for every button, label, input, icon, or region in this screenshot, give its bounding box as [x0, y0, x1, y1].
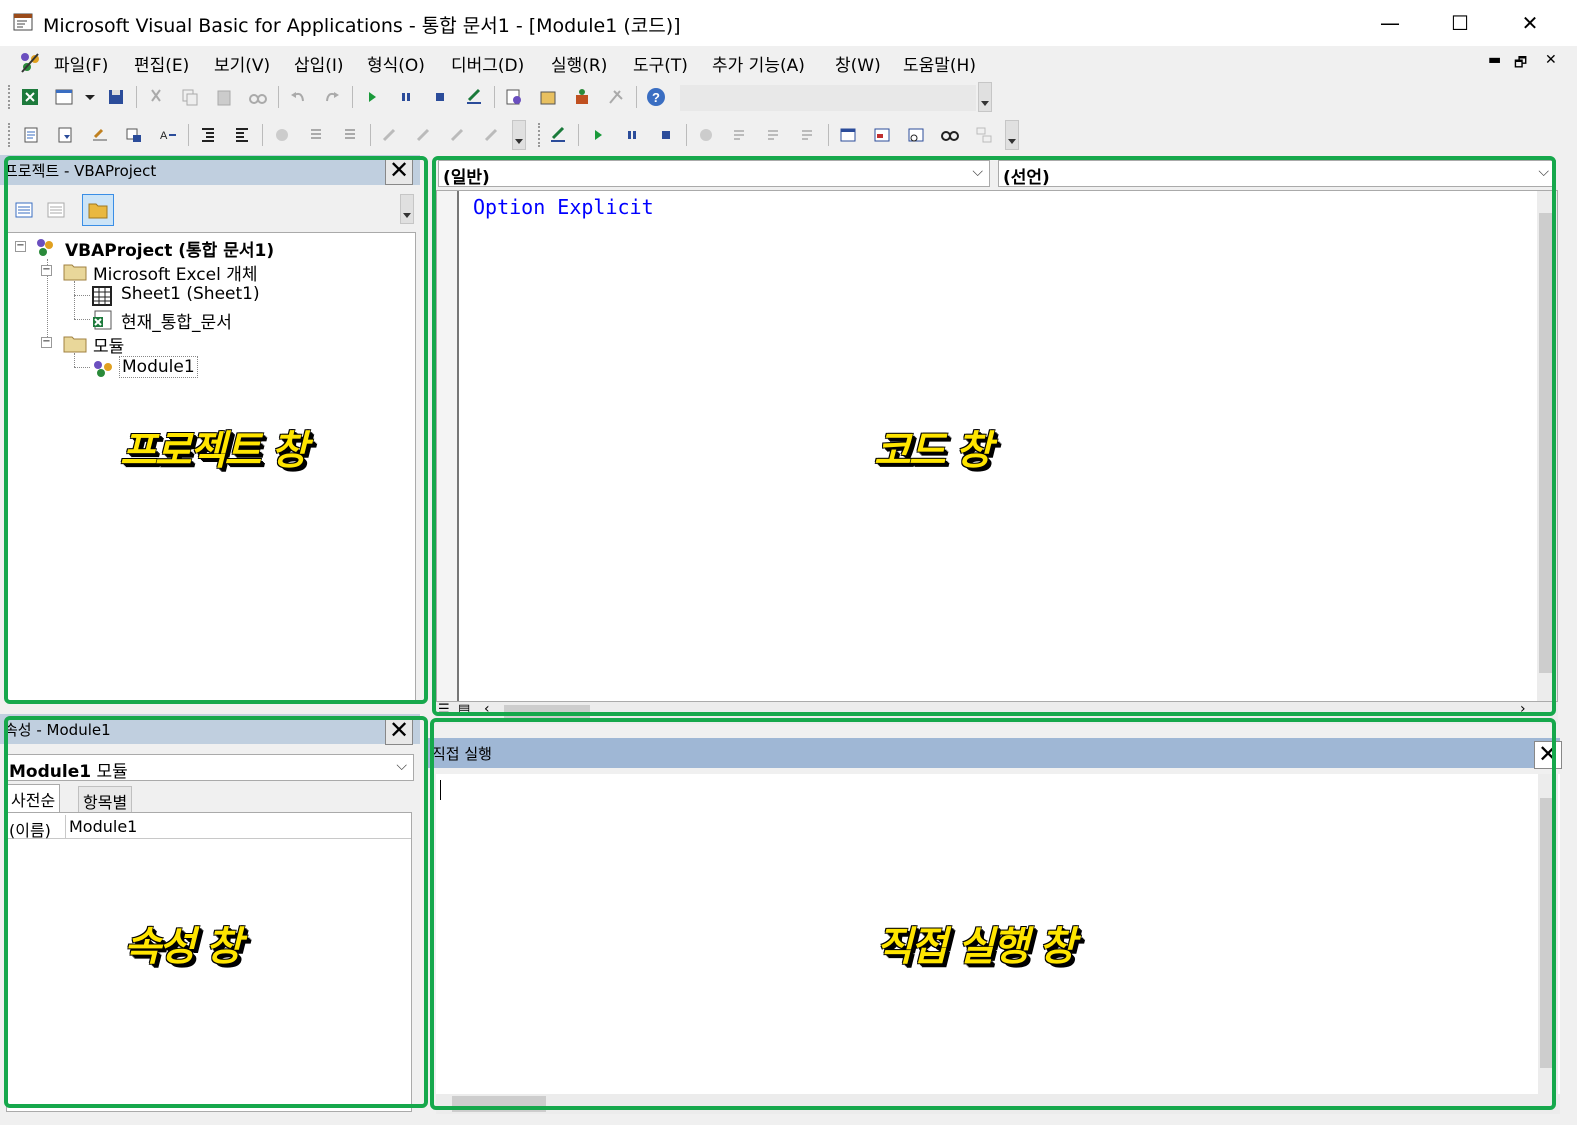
- toggle-breakpoint-icon[interactable]: [272, 125, 292, 145]
- svg-text:?: ?: [652, 90, 660, 105]
- comment-block-icon[interactable]: [306, 125, 326, 145]
- toolbar-grip[interactable]: [538, 123, 542, 147]
- list-properties-icon[interactable]: [22, 125, 42, 145]
- parameter-info-icon[interactable]: [124, 125, 144, 145]
- menu-tools[interactable]: 도구(T): [633, 51, 688, 76]
- save-icon[interactable]: [106, 87, 126, 107]
- quick-watch-icon[interactable]: [940, 125, 960, 145]
- edit-toolbar: A: [0, 116, 1030, 154]
- menu-window[interactable]: 창(W): [835, 51, 881, 76]
- step-over-icon[interactable]: [764, 125, 784, 145]
- insert-userform-icon[interactable]: [54, 87, 74, 107]
- toolbar-grip[interactable]: [8, 85, 12, 109]
- menu-format[interactable]: 형식(O): [367, 51, 425, 76]
- cut-icon[interactable]: [146, 87, 166, 107]
- step-into-icon[interactable]: [730, 125, 750, 145]
- step-out-icon[interactable]: [798, 125, 818, 145]
- toolbar-options-button[interactable]: [1005, 120, 1019, 150]
- quick-info-icon[interactable]: [90, 125, 110, 145]
- dropdown-arrow-icon[interactable]: [80, 87, 100, 107]
- call-stack-icon[interactable]: [974, 125, 994, 145]
- annotation-frame-code: [432, 156, 1556, 716]
- break-icon[interactable]: [396, 87, 416, 107]
- vba-app-icon: [13, 13, 33, 31]
- annotation-label-properties: 속성 창: [124, 924, 242, 970]
- undo-icon[interactable]: [288, 87, 308, 107]
- toggle-bookmark-icon[interactable]: [380, 125, 400, 145]
- window-title: Microsoft Visual Basic for Applications …: [43, 15, 681, 37]
- minimize-button[interactable]: —: [1355, 0, 1425, 46]
- toolbar-options-button[interactable]: [512, 120, 526, 150]
- toolbar-grip[interactable]: [8, 123, 12, 147]
- properties-window-icon[interactable]: [538, 87, 558, 107]
- line-column-indicator: [680, 85, 976, 111]
- reset-icon[interactable]: [430, 87, 450, 107]
- close-button[interactable]: ✕: [1495, 0, 1565, 46]
- annotation-label-immediate: 직접 실행 창: [876, 924, 1076, 970]
- maximize-button[interactable]: ☐: [1425, 0, 1495, 46]
- menu-run[interactable]: 실행(R): [551, 51, 607, 76]
- toolbox-icon[interactable]: [606, 87, 626, 107]
- run-icon[interactable]: [588, 125, 608, 145]
- standard-toolbar: ?: [0, 78, 1000, 116]
- next-bookmark-icon[interactable]: [414, 125, 434, 145]
- design-mode-icon[interactable]: [464, 87, 484, 107]
- design-mode-icon[interactable]: [548, 125, 568, 145]
- toolbar-options-button[interactable]: [978, 82, 992, 112]
- list-constants-icon[interactable]: [56, 125, 76, 145]
- annotation-frame-properties: [4, 716, 428, 1108]
- menu-edit[interactable]: 편집(E): [134, 51, 189, 76]
- copy-icon[interactable]: [180, 87, 200, 107]
- previous-bookmark-icon[interactable]: [448, 125, 468, 145]
- help-icon[interactable]: ?: [646, 87, 666, 107]
- redo-icon[interactable]: [322, 87, 342, 107]
- find-icon[interactable]: [248, 87, 268, 107]
- annotation-label-project: 프로젝트 창: [120, 428, 308, 474]
- mdi-minimize-button[interactable]: ▬: [1488, 52, 1501, 68]
- object-browser-icon[interactable]: [572, 87, 592, 107]
- uncomment-block-icon[interactable]: [340, 125, 360, 145]
- menu-addins[interactable]: 추가 기능(A): [712, 51, 805, 76]
- reset-icon[interactable]: [656, 125, 676, 145]
- break-icon[interactable]: [622, 125, 642, 145]
- svg-text:A: A: [160, 130, 168, 142]
- paste-icon[interactable]: [214, 87, 234, 107]
- excel-view-icon[interactable]: [20, 87, 40, 107]
- outdent-icon[interactable]: [232, 125, 252, 145]
- menu-help[interactable]: 도움말(H): [903, 51, 976, 76]
- project-explorer-icon[interactable]: [504, 87, 524, 107]
- vba-project-icon[interactable]: [18, 50, 42, 74]
- indent-icon[interactable]: [198, 125, 218, 145]
- mdi-close-button[interactable]: ✕: [1545, 52, 1557, 68]
- menu-bar: 파일(F) 편집(E) 보기(V) 삽입(I) 형식(O) 디버그(D) 실행(…: [0, 46, 1577, 78]
- immediate-window-icon[interactable]: [872, 125, 892, 145]
- menu-debug[interactable]: 디버그(D): [451, 51, 524, 76]
- toggle-breakpoint-icon[interactable]: [696, 125, 716, 145]
- complete-word-icon[interactable]: A: [158, 125, 178, 145]
- watch-window-icon[interactable]: [906, 125, 926, 145]
- locals-window-icon[interactable]: [838, 125, 858, 145]
- title-bar: Microsoft Visual Basic for Applications …: [0, 0, 1577, 46]
- clear-bookmarks-icon[interactable]: [482, 125, 502, 145]
- mdi-restore-button[interactable]: 🗗: [1514, 52, 1527, 76]
- menu-view[interactable]: 보기(V): [214, 51, 270, 76]
- run-icon[interactable]: [362, 87, 382, 107]
- menu-insert[interactable]: 삽입(I): [294, 51, 344, 76]
- menu-file[interactable]: 파일(F): [54, 51, 108, 76]
- annotation-label-code: 코드 창: [874, 428, 992, 474]
